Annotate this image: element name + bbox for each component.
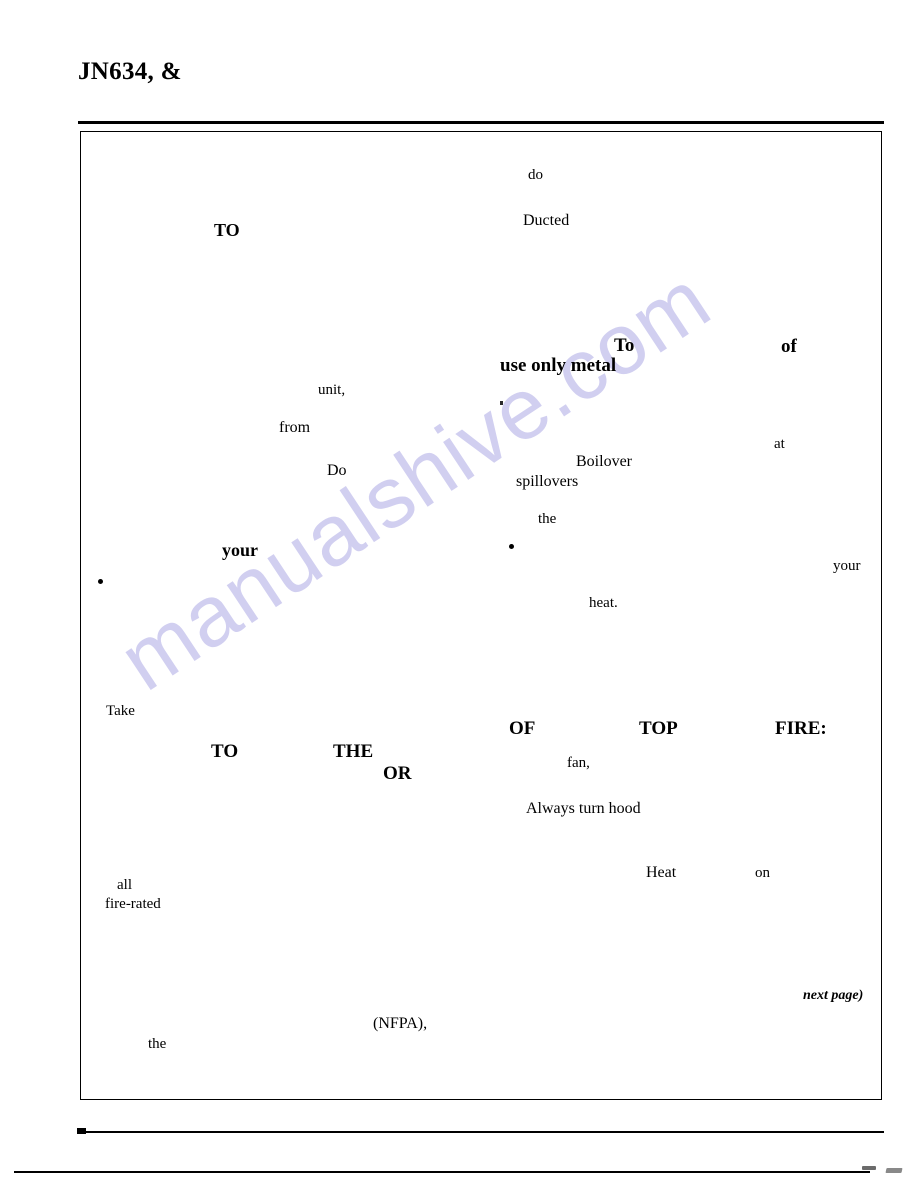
text-fragment: Boilover — [576, 453, 632, 470]
text-fragment: TO — [211, 741, 239, 762]
text-fragment: the — [148, 1036, 167, 1052]
document-page: manualshive.com JN634, & do Ducted TO To of u… — [0, 0, 918, 1188]
text-fragment: fan, — [567, 755, 590, 771]
text-fragment: spillovers — [516, 473, 579, 490]
bullet-point-icon — [509, 544, 514, 549]
text-fragment: Do — [327, 462, 347, 479]
text-fragment-layer: do Ducted TO To of use only metal unit, from at B… — [0, 0, 918, 1188]
text-fragment: Ducted — [523, 212, 570, 229]
text-fragment: Always turn hood — [526, 800, 641, 817]
text-fragment: Take — [106, 703, 135, 719]
text-fragment: the — [538, 511, 557, 527]
text-fragment: of — [781, 336, 797, 357]
text-fragment: from — [279, 419, 311, 436]
text-fragment: (NFPA), — [373, 1015, 428, 1032]
text-fragment: TOP — [639, 718, 678, 739]
text-fragment: use only metal — [500, 355, 617, 376]
text-fragment: THE — [333, 741, 374, 762]
text-fragment: unit, — [318, 382, 346, 398]
text-fragment: your — [222, 540, 258, 560]
text-fragment: your — [833, 558, 861, 574]
text-fragment: do — [528, 167, 543, 183]
text-fragment: fire-rated — [105, 896, 161, 912]
text-fragment: next page) — [803, 988, 864, 1003]
text-fragment: on — [755, 865, 770, 881]
text-fragment: all — [117, 877, 132, 893]
bullet-point-icon — [98, 579, 103, 584]
text-fragment: heat. — [589, 595, 618, 611]
text-fragment: at — [774, 436, 785, 452]
text-fragment: OR — [383, 763, 412, 784]
text-fragment: Heat — [646, 864, 677, 881]
text-fragment: FIRE: — [775, 718, 827, 739]
text-fragment: OF — [509, 718, 536, 739]
text-fragment: TO — [214, 220, 240, 240]
text-fragment: To — [614, 335, 635, 356]
